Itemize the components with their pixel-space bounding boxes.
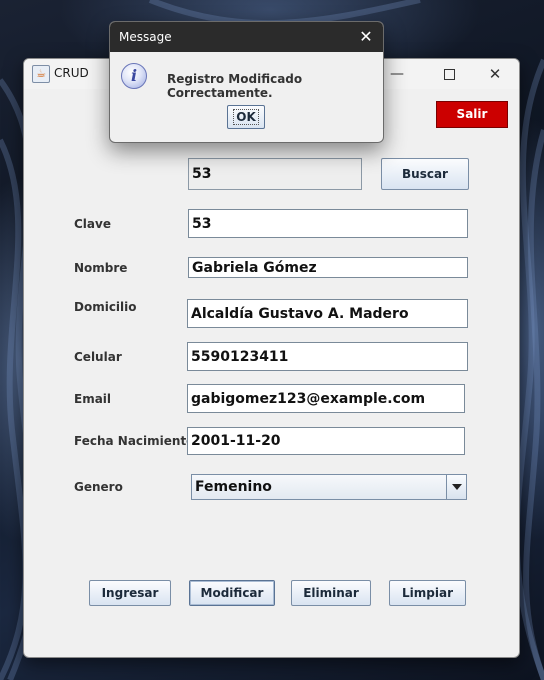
chevron-down-icon[interactable] — [446, 475, 466, 499]
info-icon: i — [121, 63, 147, 89]
ingresar-button[interactable]: Ingresar — [89, 580, 171, 606]
dialog-title: Message — [119, 30, 172, 44]
ok-button[interactable]: OK — [227, 105, 265, 129]
clave-field[interactable]: 53 — [188, 209, 468, 238]
nombre-field[interactable]: Gabriela Gómez — [188, 257, 468, 278]
search-input[interactable]: 53 — [188, 158, 362, 190]
domicilio-label: Domicilio — [74, 300, 137, 314]
limpiar-button[interactable]: Limpiar — [389, 580, 466, 606]
fecha-nacimiento-label: Fecha Nacimiento — [74, 434, 195, 448]
fecha-nacimiento-field[interactable]: 2001-11-20 — [187, 427, 465, 455]
dialog-message: Registro Modificado Correctamente. — [167, 72, 303, 100]
message-dialog: Message ✕ i Registro Modificado Correcta… — [109, 21, 384, 143]
dialog-titlebar[interactable]: Message ✕ — [110, 22, 383, 52]
celular-label: Celular — [74, 350, 122, 364]
email-field[interactable]: gabigomez123@example.com — [187, 384, 465, 413]
window-title: CRUD — [54, 66, 89, 80]
email-label: Email — [74, 392, 112, 406]
crud-window: ☕ CRUD — ✕ Salir 53 Buscar Clave 53 Nomb… — [23, 58, 520, 658]
celular-field[interactable]: 5590123411 — [187, 342, 468, 371]
genero-selected-value: Femenino — [195, 479, 272, 495]
search-button[interactable]: Buscar — [381, 158, 469, 190]
eliminar-button[interactable]: Eliminar — [291, 580, 371, 606]
maximize-button[interactable] — [434, 63, 464, 85]
genero-select[interactable]: Femenino — [191, 474, 467, 500]
close-window-button[interactable]: ✕ — [480, 63, 510, 85]
genero-label: Genero — [74, 480, 123, 494]
java-app-icon: ☕ — [32, 65, 50, 83]
clave-label: Clave — [74, 217, 111, 231]
dialog-close-button[interactable]: ✕ — [355, 26, 377, 48]
modificar-button[interactable]: Modificar — [189, 580, 275, 606]
maximize-icon — [443, 68, 455, 80]
domicilio-field[interactable]: Alcaldía Gustavo A. Madero — [187, 299, 468, 328]
ok-button-label: OK — [233, 109, 259, 125]
exit-button[interactable]: Salir — [436, 101, 508, 128]
minimize-button[interactable]: — — [382, 63, 412, 85]
nombre-label: Nombre — [74, 261, 128, 275]
